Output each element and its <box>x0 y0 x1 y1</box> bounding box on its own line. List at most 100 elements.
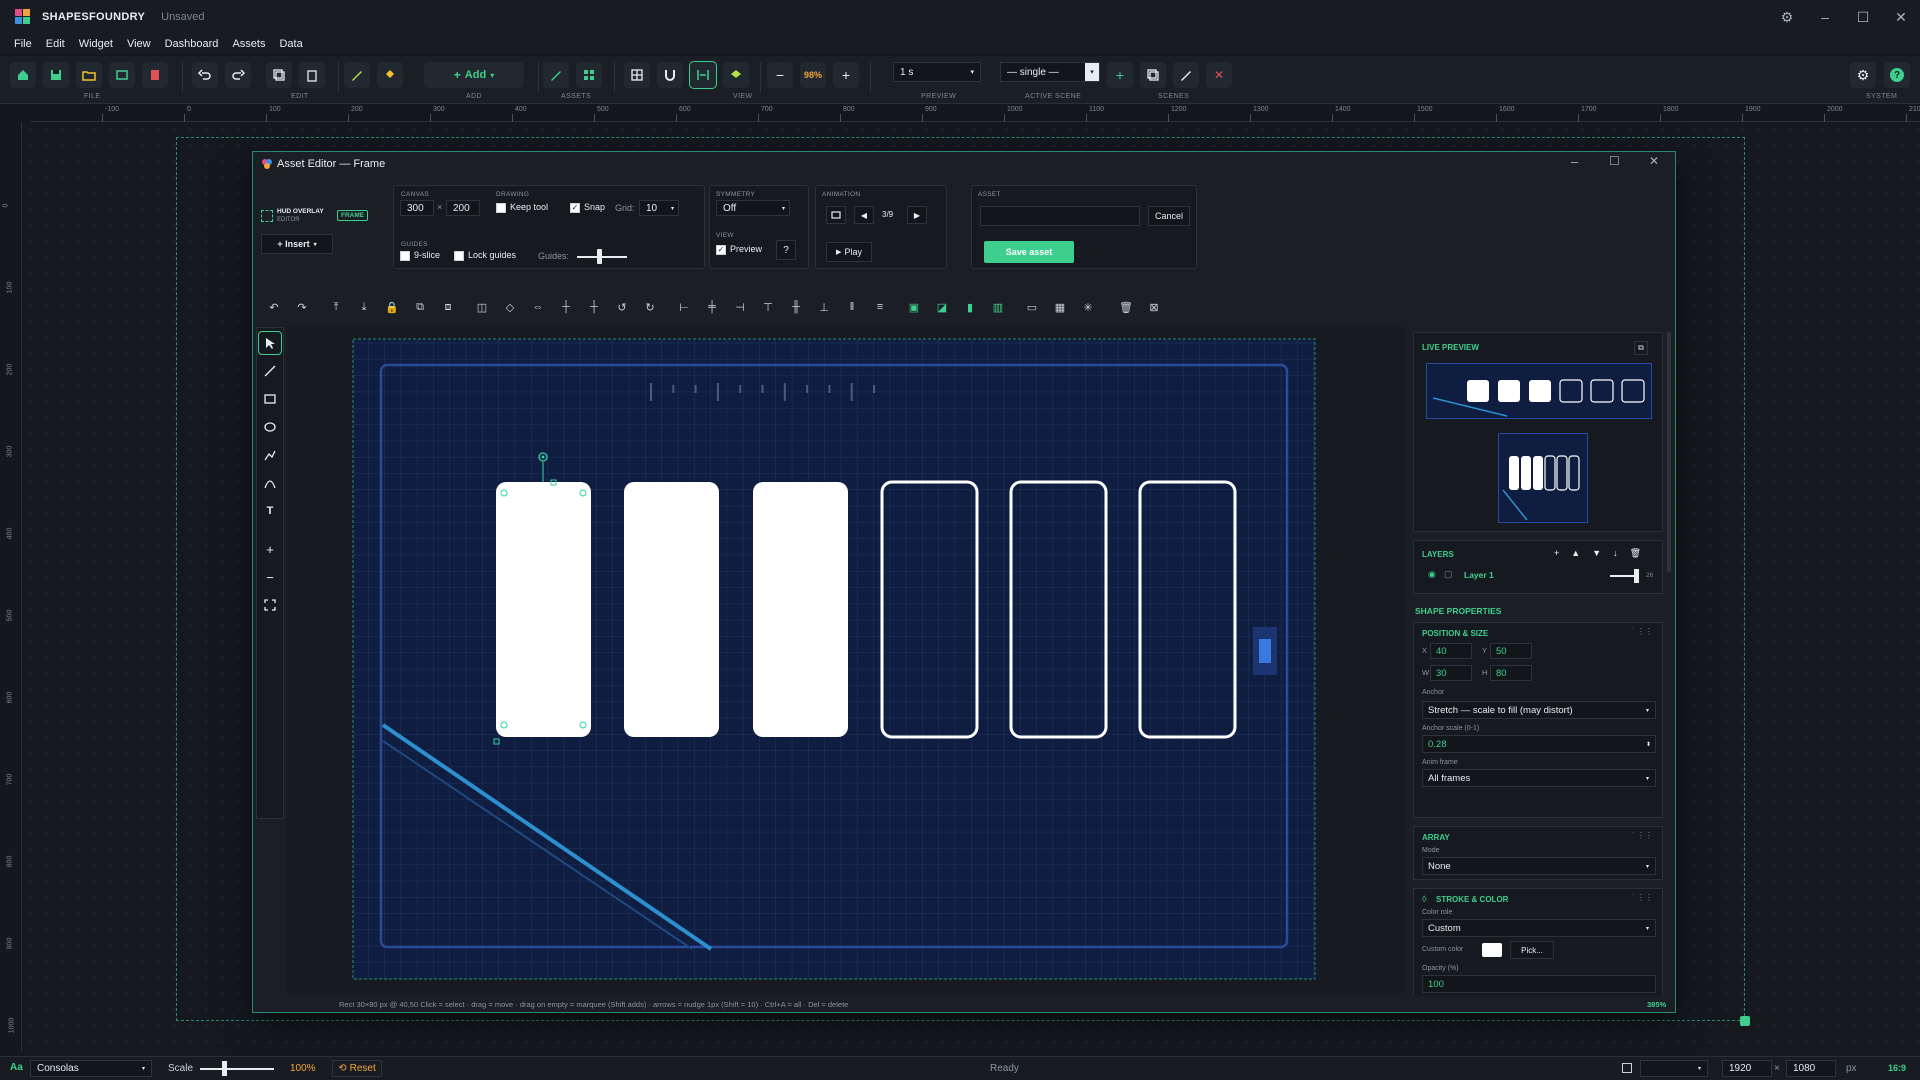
grid-size-select[interactable]: 10 ▾ <box>639 200 679 216</box>
snap-checkbox[interactable]: ✓ Snap <box>570 202 605 213</box>
magnet-icon[interactable] <box>657 62 683 88</box>
menu-assets[interactable]: Assets <box>232 38 265 50</box>
center-h-icon[interactable]: ┼ <box>555 296 577 318</box>
layer-up-button[interactable]: ▲ <box>1571 548 1580 559</box>
pen-tool-icon[interactable] <box>344 62 370 88</box>
lock-guides-checkbox[interactable]: Lock guides <box>454 250 516 261</box>
export-icon[interactable] <box>109 62 135 88</box>
menu-dashboard[interactable]: Dashboard <box>165 38 219 50</box>
play-button[interactable]: ▶ Play <box>826 242 872 262</box>
next-frame-button[interactable]: ▶ <box>907 206 927 224</box>
zoom-out-tool-icon[interactable]: − <box>259 566 281 588</box>
send-back-icon[interactable]: ⤓ <box>353 296 375 318</box>
distribute-h-icon[interactable]: ‖ <box>841 296 863 318</box>
guides-slider-thumb[interactable] <box>597 249 602 264</box>
font-select[interactable]: Consolas ▾ <box>30 1060 152 1077</box>
y-input[interactable]: 50 <box>1490 643 1532 659</box>
rename-scene-icon[interactable] <box>1173 62 1199 88</box>
align-top-icon[interactable]: ⊤ <box>757 296 779 318</box>
preview-checkbox[interactable]: ✓ Preview <box>716 244 762 255</box>
delete-scene-icon[interactable]: ✕ <box>1206 62 1232 88</box>
layer-name[interactable]: Layer 1 <box>1464 570 1494 580</box>
array-icon[interactable]: ▭ <box>1021 296 1043 318</box>
layer-opacity-thumb[interactable] <box>1634 569 1639 583</box>
h-input[interactable]: 80 <box>1490 665 1532 681</box>
copy-preview-icon[interactable]: ⧉ <box>1634 341 1648 355</box>
flip-v-icon[interactable]: ◇ <box>499 296 521 318</box>
redo-icon[interactable] <box>225 62 251 88</box>
align-middle-icon[interactable]: ╫ <box>785 296 807 318</box>
close-box-icon[interactable]: ⊠ <box>1143 296 1165 318</box>
bar-1-filled[interactable] <box>496 482 591 737</box>
preview-duration-select[interactable]: 1 s ▾ <box>893 62 981 82</box>
canvas-height-input[interactable]: 200 <box>446 200 480 216</box>
editor-maximize-button[interactable]: ☐ <box>1609 154 1620 168</box>
height-input[interactable]: 1080 <box>1786 1060 1836 1077</box>
anchor-scale-input[interactable]: 0.28 ⬍ <box>1422 735 1656 753</box>
layer-bottom-button[interactable]: ↓ <box>1613 548 1618 559</box>
boolean-icon[interactable]: ◪ <box>931 296 953 318</box>
width-input[interactable]: 1920 <box>1722 1060 1772 1077</box>
rotate-right-icon[interactable]: ↻ <box>639 296 661 318</box>
color-role-select[interactable]: Custom ▾ <box>1422 919 1656 937</box>
asset-name-input[interactable] <box>980 206 1140 226</box>
add-scene-button[interactable]: + <box>1107 62 1133 88</box>
w-input[interactable]: 30 <box>1430 665 1472 681</box>
open-folder-icon[interactable] <box>76 62 102 88</box>
merge-icon[interactable]: ▥ <box>987 296 1009 318</box>
x-input[interactable]: 40 <box>1430 643 1472 659</box>
collapse-icon[interactable]: ˙ ⋮⋮ <box>1632 627 1653 636</box>
nine-slice-checkbox[interactable]: 9-slice <box>400 250 440 261</box>
opacity-input[interactable]: 100 <box>1422 975 1656 993</box>
undo-icon[interactable] <box>192 62 218 88</box>
table-grid-icon[interactable] <box>624 62 650 88</box>
keep-tool-checkbox[interactable]: Keep tool <box>496 202 548 213</box>
paste-icon[interactable] <box>299 62 325 88</box>
symmetry-select[interactable]: Off ▾ <box>716 200 790 216</box>
curve-tool-icon[interactable] <box>259 472 281 494</box>
distribute-v-icon[interactable]: ≡ <box>869 296 891 318</box>
trash-icon[interactable]: 🗑 <box>1115 296 1137 318</box>
fit-view-icon[interactable] <box>259 594 281 616</box>
add-layer-button[interactable]: + <box>1554 548 1559 559</box>
align-left-icon[interactable]: ⊢ <box>673 296 695 318</box>
bar-3-filled[interactable] <box>753 482 848 737</box>
pick-color-button[interactable]: Pick... <box>1510 941 1554 959</box>
maximize-button[interactable]: ☐ <box>1844 0 1882 34</box>
fit-width-icon[interactable] <box>689 61 717 89</box>
snap-star-icon[interactable]: ✳ <box>1077 296 1099 318</box>
reset-button[interactable]: ⟲ Reset <box>332 1060 382 1077</box>
anchor-select[interactable]: Stretch — scale to fill (may distort) ▾ <box>1422 701 1656 719</box>
close-button[interactable]: ✕ <box>1882 0 1920 34</box>
menu-edit[interactable]: Edit <box>46 38 65 50</box>
menu-file[interactable]: File <box>14 38 32 50</box>
layer-visible-eye-icon[interactable]: ◉ <box>1428 569 1436 580</box>
right-panel-scrollbar[interactable] <box>1667 332 1671 572</box>
ungroup-icon[interactable]: ⧈ <box>437 296 459 318</box>
layer-down-button[interactable]: ▼ <box>1592 548 1601 559</box>
lock-icon[interactable]: 🔒 <box>381 296 403 318</box>
editor-minimize-button[interactable]: – <box>1571 154 1578 169</box>
scale-slider-thumb[interactable] <box>222 1061 227 1076</box>
add-button[interactable]: + Add ▾ <box>424 62 524 88</box>
line-tool-icon[interactable] <box>259 360 281 382</box>
ellipse-tool-icon[interactable] <box>259 416 281 438</box>
polyline-tool-icon[interactable] <box>259 444 281 466</box>
rotate-left-icon[interactable]: ↺ <box>611 296 633 318</box>
grid-assets-icon[interactable] <box>576 62 602 88</box>
delete-layer-icon[interactable]: 🗑 <box>1630 548 1641 559</box>
menu-data[interactable]: Data <box>279 38 302 50</box>
custom-color-swatch[interactable] <box>1482 943 1502 957</box>
paint-bucket-icon[interactable] <box>377 62 403 88</box>
guides-slider[interactable] <box>577 256 627 258</box>
flip-h-icon[interactable]: ◫ <box>471 296 493 318</box>
bar-2-filled[interactable] <box>624 482 719 737</box>
menu-view[interactable]: View <box>127 38 151 50</box>
array-mode-select[interactable]: None ▾ <box>1422 857 1656 875</box>
system-settings-icon[interactable]: ⚙ <box>1850 62 1876 88</box>
grid-icon[interactable]: ▦ <box>1049 296 1071 318</box>
cancel-button[interactable]: Cancel <box>1148 206 1190 226</box>
insert-button[interactable]: + Insert ▾ <box>261 234 333 254</box>
copy-icon[interactable] <box>266 62 292 88</box>
prev-frame-button[interactable]: ◀ <box>854 206 874 224</box>
